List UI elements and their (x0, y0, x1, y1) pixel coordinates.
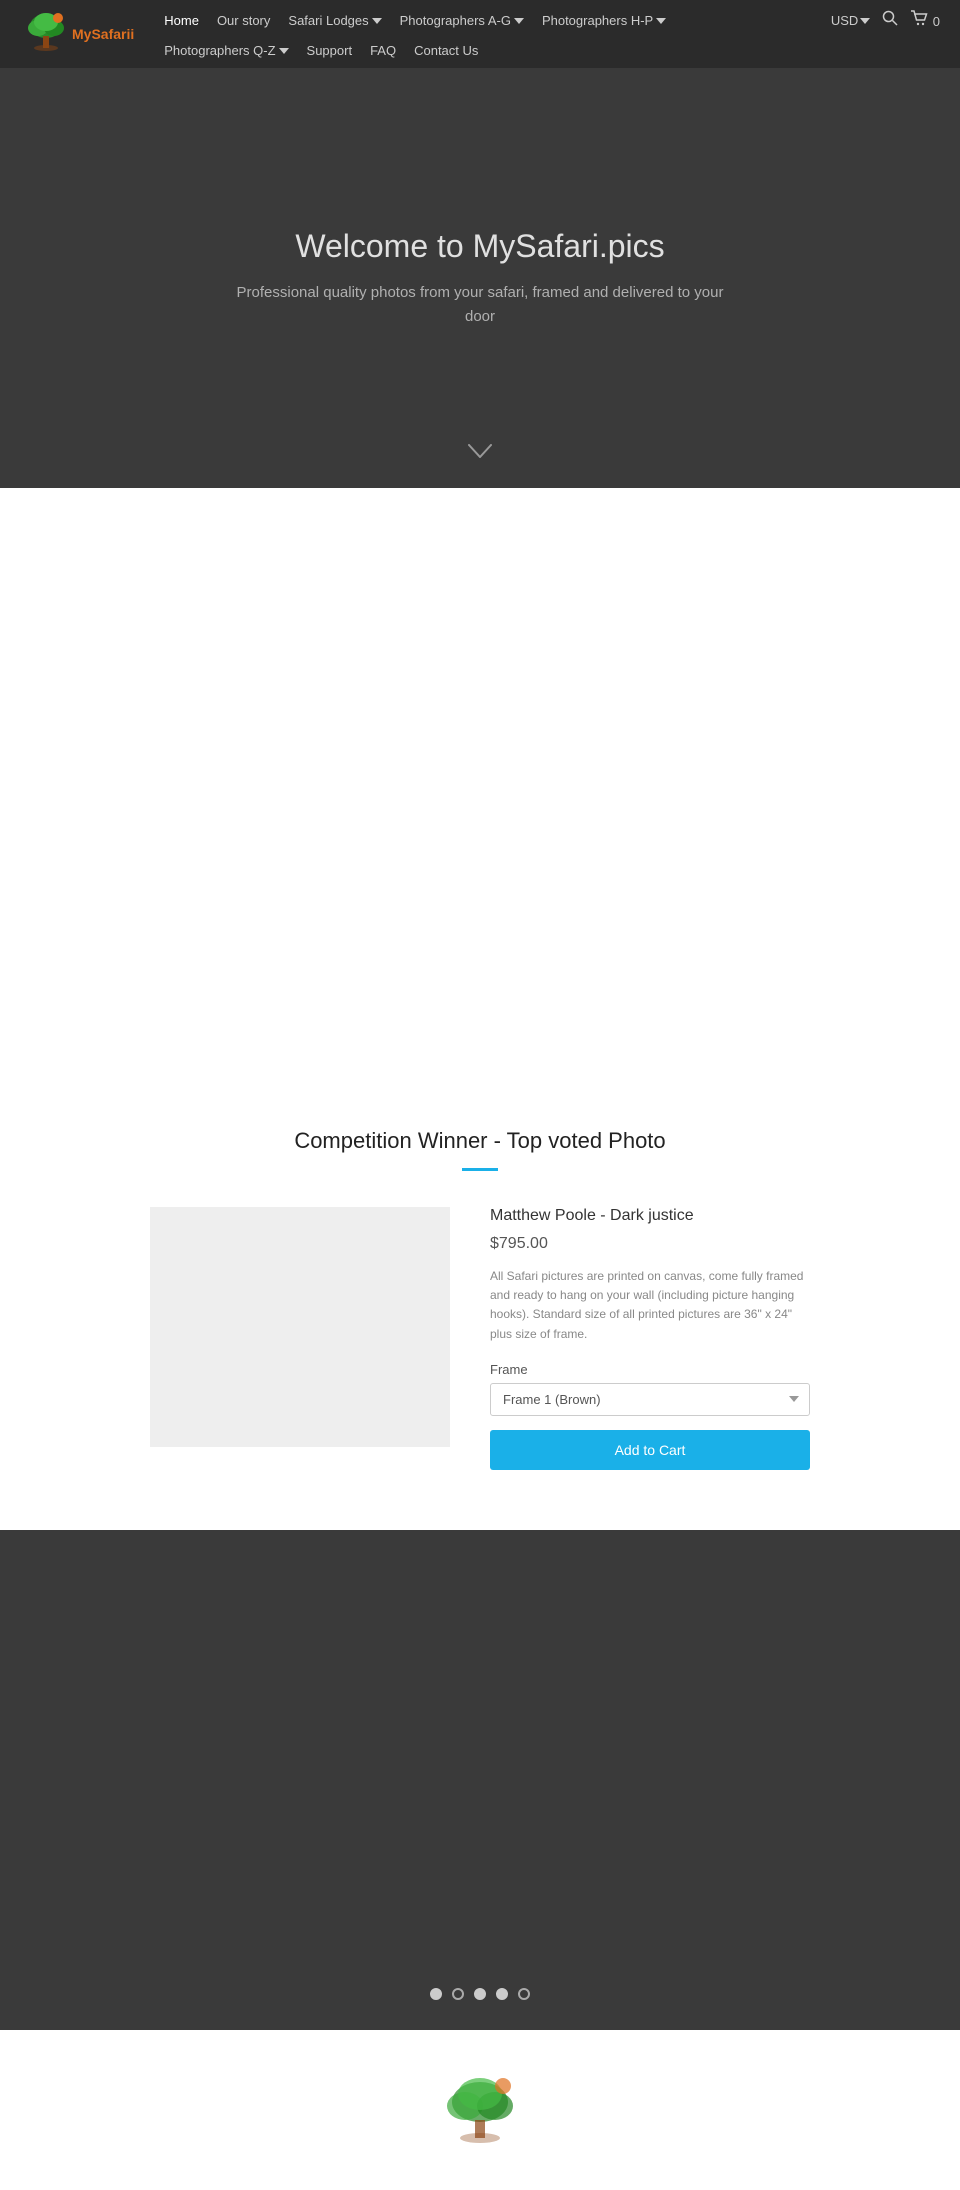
slide-dot-2[interactable] (452, 1988, 464, 2000)
nav-photographers-ag[interactable]: Photographers A-G (400, 13, 524, 28)
currency-selector[interactable]: USD (831, 13, 870, 28)
chevron-down-icon (656, 18, 666, 24)
nav-photographers-hp[interactable]: Photographers H-P (542, 13, 666, 28)
navbar: MySafarii Home Our story Safari Lodges P… (0, 0, 960, 68)
search-button[interactable] (882, 10, 898, 31)
frame-label: Frame (490, 1362, 810, 1377)
product-description: All Safari pictures are printed on canva… (490, 1267, 810, 1344)
nav-faq[interactable]: FAQ (370, 43, 396, 58)
product-price: $795.00 (490, 1235, 810, 1253)
footer-logo-area (0, 2030, 960, 2190)
slide-dot-1[interactable] (430, 1988, 442, 2000)
hero-title: Welcome to MySafari.pics (295, 228, 664, 265)
site-logo (20, 8, 72, 60)
nav-row-top: Home Our story Safari Lodges Photographe… (164, 4, 940, 37)
slide-dots (430, 1988, 530, 2000)
chevron-down-icon (279, 48, 289, 54)
nav-our-story[interactable]: Our story (217, 13, 270, 28)
competition-heading: Competition Winner - Top voted Photo (0, 1128, 960, 1154)
nav-home[interactable]: Home (164, 13, 199, 28)
slide-dot-5[interactable] (518, 1988, 530, 2000)
footer-logo (435, 2070, 525, 2150)
product-info: Matthew Poole - Dark justice $795.00 All… (490, 1207, 810, 1470)
add-to-cart-button[interactable]: Add to Cart (490, 1430, 810, 1470)
logo-container[interactable]: MySafarii (20, 8, 134, 60)
competition-section: Competition Winner - Top voted Photo Mat… (0, 1108, 960, 1530)
hero-subtitle: Professional quality photos from your sa… (220, 281, 740, 329)
product-image (150, 1207, 450, 1447)
blue-divider (462, 1168, 498, 1171)
nav-photographers-qz[interactable]: Photographers Q-Z (164, 43, 288, 58)
nav-support[interactable]: Support (307, 43, 353, 58)
frame-select[interactable]: Frame 1 (Brown) (490, 1383, 810, 1416)
chevron-down-icon (860, 18, 870, 24)
scroll-down-button[interactable] (468, 441, 492, 464)
brand-name: MySafarii (72, 26, 134, 42)
white-spacer-section (0, 488, 960, 1108)
cart-button[interactable]: 0 (910, 10, 940, 31)
chevron-down-icon (372, 18, 382, 24)
nav-contact[interactable]: Contact Us (414, 43, 478, 58)
product-title: Matthew Poole - Dark justice (490, 1207, 810, 1225)
slideshow-section (0, 1530, 960, 2030)
slide-dot-4[interactable] (496, 1988, 508, 2000)
slide-dot-3[interactable] (474, 1988, 486, 2000)
nav-safari-lodges[interactable]: Safari Lodges (288, 13, 381, 28)
nav-links: Home Our story Safari Lodges Photographe… (164, 4, 940, 64)
chevron-down-icon (468, 444, 492, 458)
nav-utilities: USD 0 (831, 10, 940, 31)
search-icon (882, 10, 898, 26)
product-area: Matthew Poole - Dark justice $795.00 All… (90, 1207, 870, 1470)
nav-row-bottom: Photographers Q-Z Support FAQ Contact Us (164, 37, 940, 64)
cart-icon (910, 10, 928, 26)
hero-section: Welcome to MySafari.pics Professional qu… (0, 68, 960, 488)
chevron-down-icon (514, 18, 524, 24)
